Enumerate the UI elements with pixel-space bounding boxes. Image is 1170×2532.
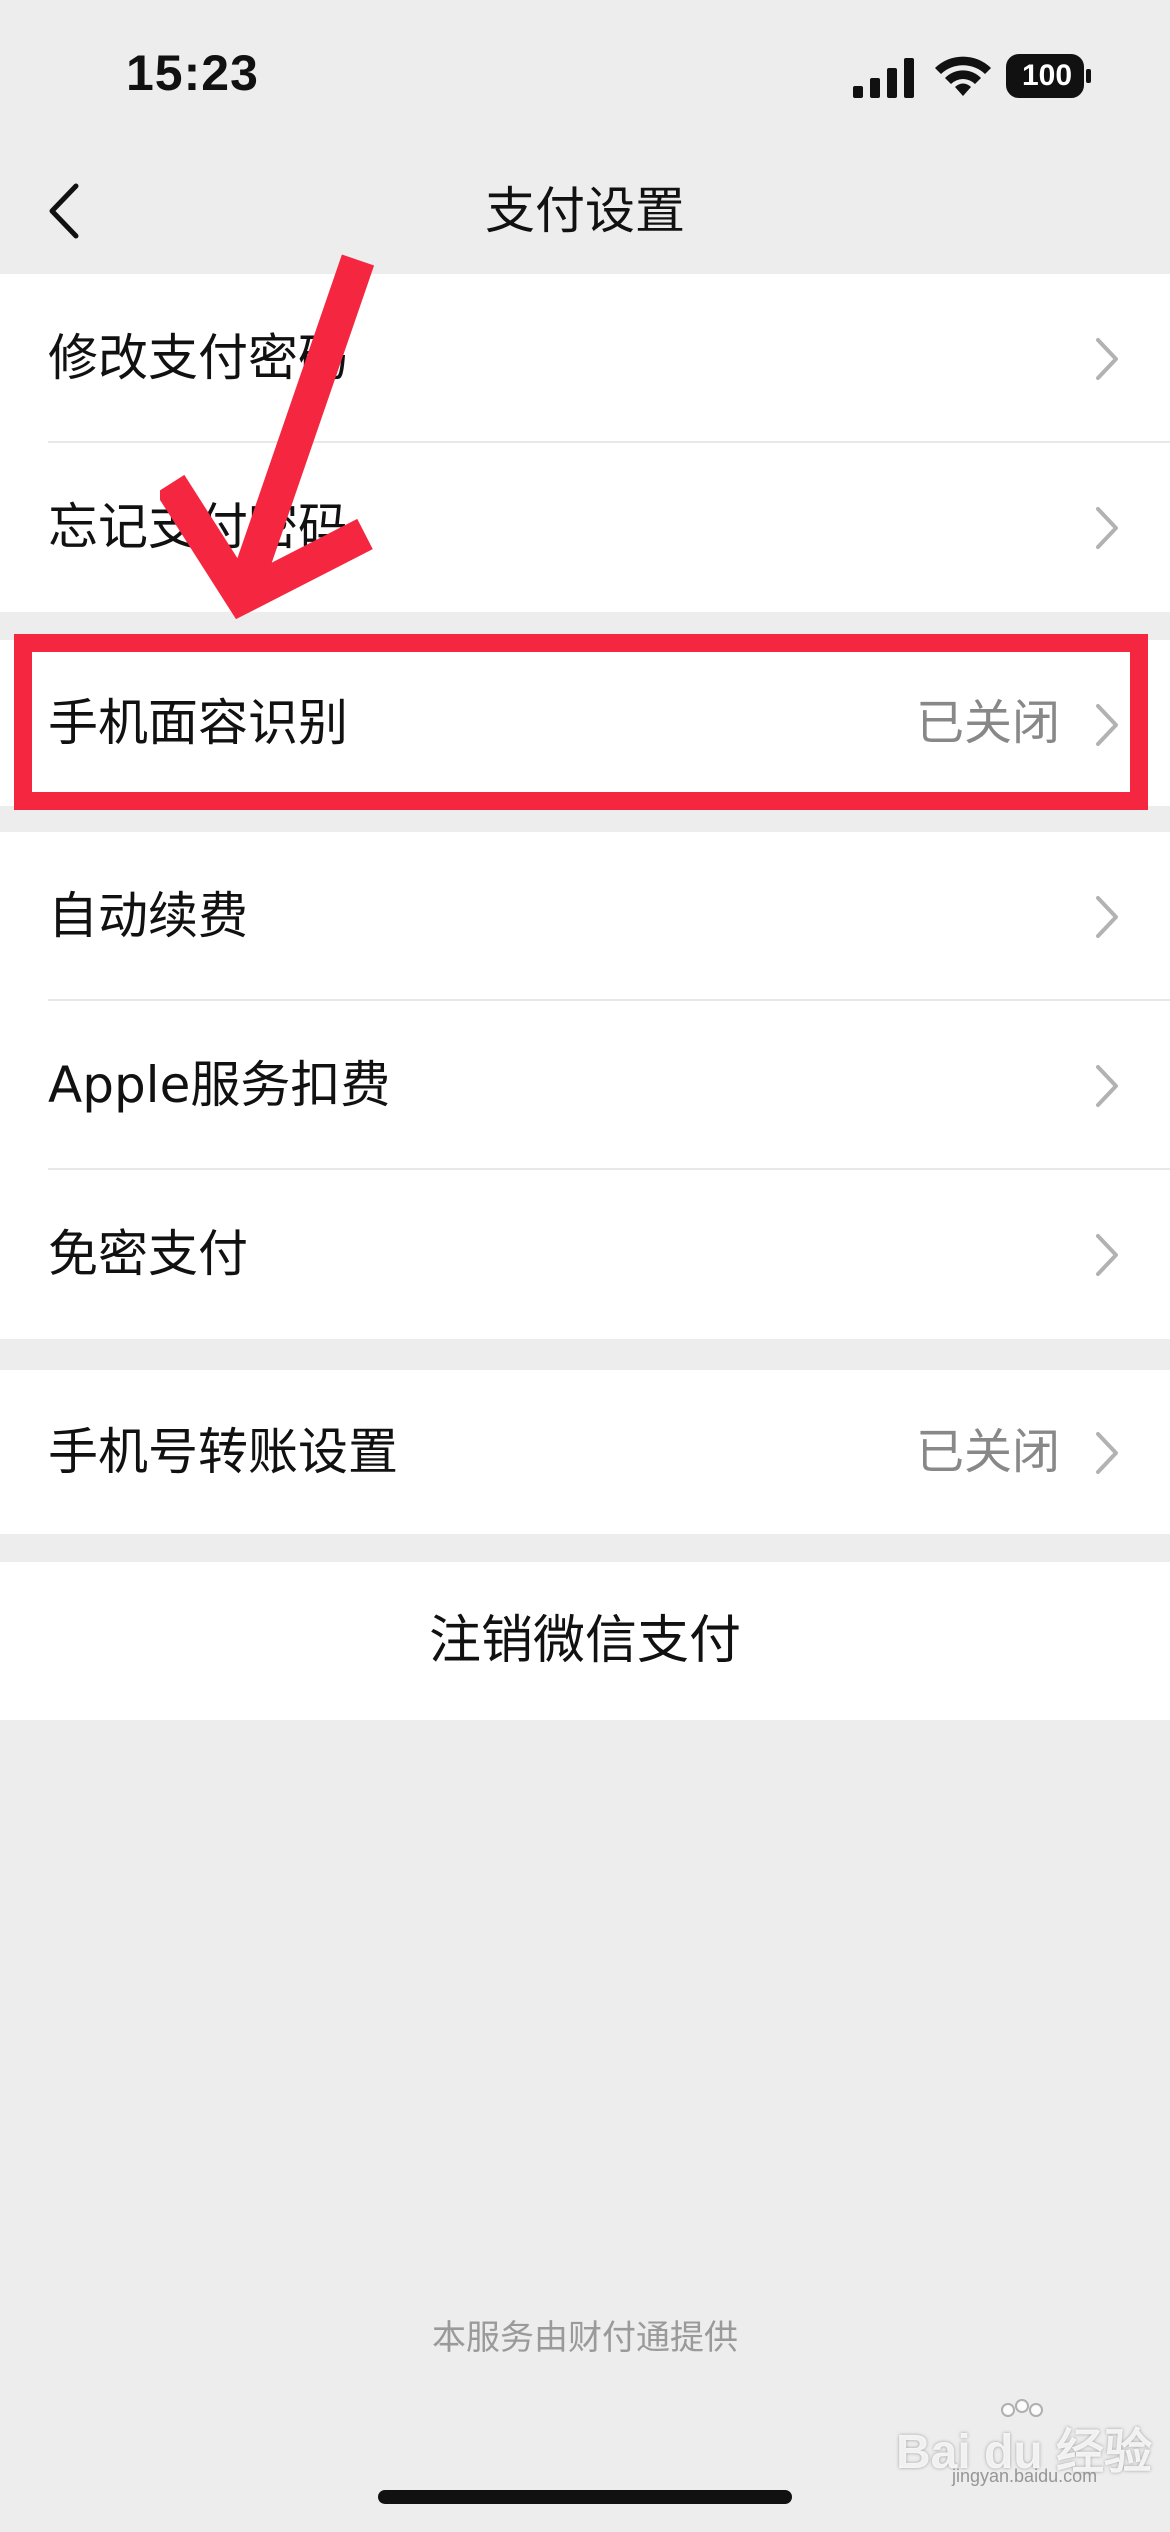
list-item-label: 免密支付 xyxy=(48,1225,248,1283)
home-indicator[interactable] xyxy=(378,2490,792,2504)
annotation-highlight-box xyxy=(14,634,1148,810)
list-item-phone-transfer[interactable]: 手机号转账设置 已关闭 xyxy=(0,1370,1170,1534)
wifi-icon xyxy=(935,56,991,96)
status-time: 15:23 xyxy=(126,45,259,101)
watermark-subtext: jingyan.baidu.com xyxy=(952,2466,1098,2486)
list-item-auto-renew[interactable]: 自动续费 xyxy=(0,832,1170,1001)
chevron-right-icon xyxy=(1096,1065,1118,1107)
chevron-right-icon xyxy=(1096,896,1118,938)
cancel-wechat-pay-button[interactable]: 注销微信支付 xyxy=(0,1562,1170,1720)
footer-provider-text: 本服务由财付通提供 xyxy=(432,2318,738,2358)
annotation-arrow-icon xyxy=(160,254,375,620)
chevron-right-icon xyxy=(1096,1432,1118,1474)
cellular-signal-icon xyxy=(853,58,914,98)
cancel-wechat-pay-label: 注销微信支付 xyxy=(428,1611,741,1671)
status-bar: 15:23 100 xyxy=(0,0,1170,150)
chevron-right-icon xyxy=(1096,1234,1118,1276)
settings-group-payments: 自动续费 Apple服务扣费 免密支付 xyxy=(0,832,1170,1339)
list-item-apple-services[interactable]: Apple服务扣费 xyxy=(0,1001,1170,1170)
page-title: 支付设置 xyxy=(485,182,685,240)
chevron-right-icon xyxy=(1096,507,1118,549)
list-item-label: 手机号转账设置 xyxy=(48,1423,398,1481)
list-item-label: 自动续费 xyxy=(48,887,248,945)
settings-group-phone-transfer: 手机号转账设置 已关闭 xyxy=(0,1370,1170,1534)
list-item-password-free[interactable]: 免密支付 xyxy=(0,1170,1170,1339)
battery-level: 100 xyxy=(1021,59,1073,92)
chevron-right-icon xyxy=(1096,338,1118,380)
list-item-label: Apple服务扣费 xyxy=(48,1056,391,1114)
list-item-status: 已关闭 xyxy=(915,1424,1060,1480)
